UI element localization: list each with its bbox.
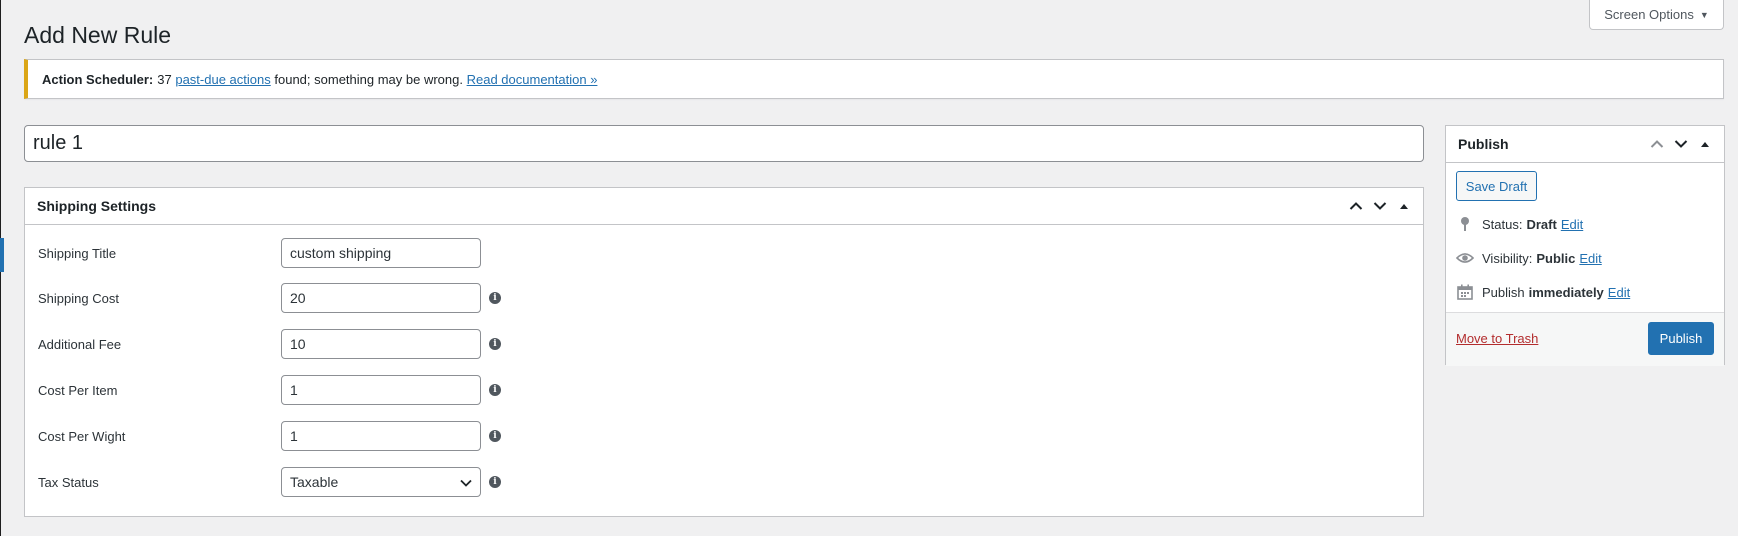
move-to-trash-link[interactable]: Move to Trash — [1456, 331, 1538, 346]
info-icon[interactable]: i — [489, 430, 501, 442]
field-row-additional-fee: Additional Fee 10 i — [25, 329, 1423, 359]
notice-message: found; something may be wrong. — [274, 71, 463, 87]
chevron-down-icon[interactable] — [1373, 201, 1387, 211]
publish-header: Publish — [1446, 126, 1724, 163]
edit-visibility-link[interactable]: Edit — [1579, 251, 1601, 266]
action-scheduler-notice: Action Scheduler: 37 past-due actions fo… — [24, 59, 1724, 99]
chevron-up-icon[interactable] — [1349, 201, 1363, 211]
publish-major-actions: Move to Trash Publish — [1446, 312, 1724, 366]
notice-prefix: Action Scheduler: — [42, 71, 154, 87]
box-handle-actions — [1650, 139, 1712, 149]
collapse-arrow-icon[interactable] — [1698, 139, 1712, 149]
notice-count: 37 — [157, 71, 172, 87]
shipping-cost-label: Shipping Cost — [38, 291, 119, 306]
shipping-cost-input[interactable]: 20 — [281, 283, 481, 313]
shipping-title-label: Shipping Title — [38, 246, 117, 261]
tax-status-label: Tax Status — [38, 475, 99, 490]
additional-fee-input[interactable]: 10 — [281, 329, 481, 359]
chevron-down-icon[interactable] — [1674, 139, 1688, 149]
eye-icon — [1456, 252, 1474, 264]
visibility-row: Visibility: Public Edit — [1456, 248, 1602, 268]
save-draft-button[interactable]: Save Draft — [1456, 171, 1537, 201]
status-value: Draft — [1526, 216, 1557, 232]
publish-button[interactable]: Publish — [1648, 322, 1714, 355]
tax-status-value: Taxable — [290, 474, 339, 490]
past-due-actions-link[interactable]: past-due actions — [175, 72, 270, 87]
shipping-title-input[interactable]: custom shipping — [281, 238, 481, 268]
cost-per-wight-input[interactable]: 1 — [281, 421, 481, 451]
status-row: Status: Draft Edit — [1456, 214, 1583, 234]
field-row-tax-status: Tax Status Taxable i — [25, 467, 1423, 497]
cost-per-item-input[interactable]: 1 — [281, 375, 481, 405]
edit-status-link[interactable]: Edit — [1561, 217, 1583, 232]
shipping-settings-box: Shipping Settings Shipping Title custom … — [24, 187, 1424, 517]
visibility-value: Public — [1536, 250, 1576, 266]
cost-per-item-label: Cost Per Item — [38, 383, 118, 398]
info-icon[interactable]: i — [489, 338, 501, 350]
visibility-label: Visibility: — [1482, 250, 1533, 266]
screen-options-toggle[interactable]: Screen Options ▼ — [1589, 0, 1724, 30]
field-row-shipping-title: Shipping Title custom shipping — [25, 238, 1423, 268]
field-row-cost-per-wight: Cost Per Wight 1 i — [25, 421, 1423, 451]
pin-icon — [1456, 216, 1474, 232]
field-row-cost-per-item: Cost Per Item 1 i — [25, 375, 1423, 405]
page-title: Add New Rule — [24, 22, 172, 48]
shipping-settings-header: Shipping Settings — [25, 188, 1423, 225]
info-icon[interactable]: i — [489, 476, 501, 488]
info-icon[interactable]: i — [489, 292, 501, 304]
field-row-shipping-cost: Shipping Cost 20 i — [25, 283, 1423, 313]
caret-down-icon: ▼ — [1699, 9, 1709, 20]
read-documentation-link[interactable]: Read documentation » — [467, 72, 598, 87]
schedule-label: Publish — [1482, 284, 1525, 300]
select-chevron-icon — [460, 474, 472, 490]
publish-box: Publish Save Draft Status: Draft Edit Vi… — [1445, 125, 1725, 366]
schedule-row: Publish immediately Edit — [1456, 282, 1630, 302]
cost-per-wight-label: Cost Per Wight — [38, 429, 126, 444]
schedule-value: immediately — [1528, 284, 1604, 300]
screen-options-label: Screen Options — [1604, 7, 1694, 22]
rule-title-input[interactable] — [24, 125, 1424, 162]
status-label: Status: — [1482, 216, 1523, 232]
collapse-arrow-icon[interactable] — [1397, 201, 1411, 211]
chevron-up-icon[interactable] — [1650, 139, 1664, 149]
box-handle-actions — [1349, 201, 1411, 211]
admin-menu-active-indicator — [0, 238, 4, 272]
tax-status-select[interactable]: Taxable — [281, 467, 481, 497]
edit-schedule-link[interactable]: Edit — [1608, 285, 1630, 300]
shipping-settings-heading: Shipping Settings — [37, 198, 156, 214]
additional-fee-label: Additional Fee — [38, 337, 122, 352]
calendar-icon — [1456, 284, 1474, 300]
info-icon[interactable]: i — [489, 384, 501, 396]
publish-heading: Publish — [1458, 136, 1509, 152]
